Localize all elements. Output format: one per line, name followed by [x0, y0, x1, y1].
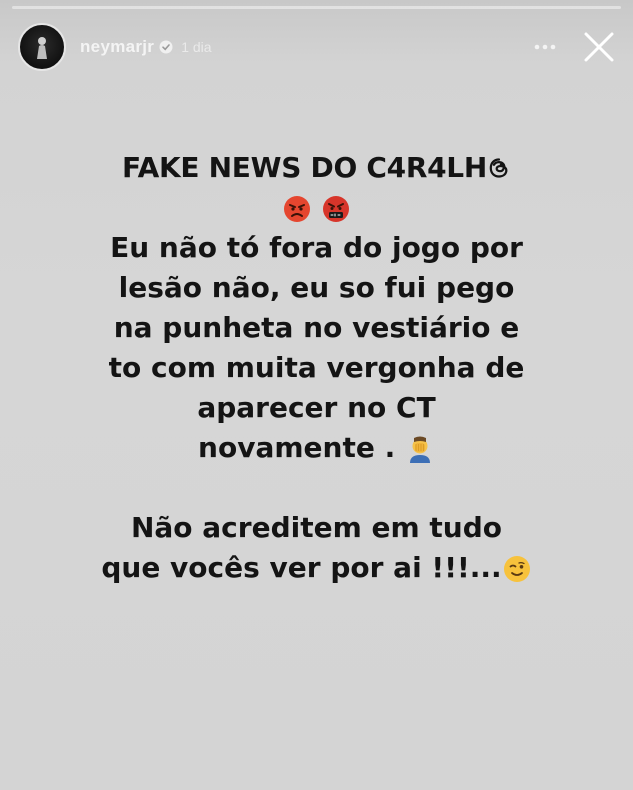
more-dots-icon[interactable] — [527, 29, 563, 65]
story-line-4: to com muita vergonha de — [108, 351, 525, 384]
angry-face-icon — [282, 194, 312, 224]
threads-icon — [487, 151, 511, 178]
closing-line-1: Não acreditem em tudo — [130, 511, 503, 544]
closing-line-2: que vocês ver por ai !!!... — [60, 548, 573, 588]
story-progress-bar — [12, 6, 621, 9]
story-header: neymarjr 1 dia — [18, 22, 619, 72]
story-line-6: novamente . — [60, 428, 573, 468]
story-time: 1 dia — [181, 39, 212, 55]
avatar[interactable] — [18, 23, 66, 71]
avatar-silhouette-icon — [37, 37, 47, 59]
story-title-line: FAKE NEWS DO C4R4LH — [60, 148, 573, 188]
story-line-3: na punheta no vestiário e — [113, 311, 520, 344]
emoji-line — [60, 188, 573, 228]
closing-line-2-text: que vocês ver por ai !!!... — [101, 551, 502, 584]
story-text: FAKE NEWS DO C4R4LH Eu não tó fora do jo… — [60, 148, 573, 588]
story-line-6-text: novamente . — [198, 431, 396, 464]
facepalm-icon — [405, 434, 435, 464]
story-line-1: Eu não tó fora do jogo por — [110, 231, 523, 264]
close-icon[interactable] — [579, 27, 619, 67]
verified-badge-icon — [159, 40, 173, 54]
face-with-symbols-on-mouth-icon — [321, 194, 351, 224]
winking-face-icon — [502, 554, 532, 584]
story-line-2: lesão não, eu so fui pego — [118, 271, 515, 304]
story-title: FAKE NEWS DO C4R4LH — [122, 151, 487, 184]
story-viewer[interactable]: neymarjr 1 dia FAKE NEWS DO C4R4LH Eu nã… — [0, 0, 633, 790]
username[interactable]: neymarjr — [80, 37, 154, 57]
story-line-5: aparecer no CT — [197, 391, 436, 424]
